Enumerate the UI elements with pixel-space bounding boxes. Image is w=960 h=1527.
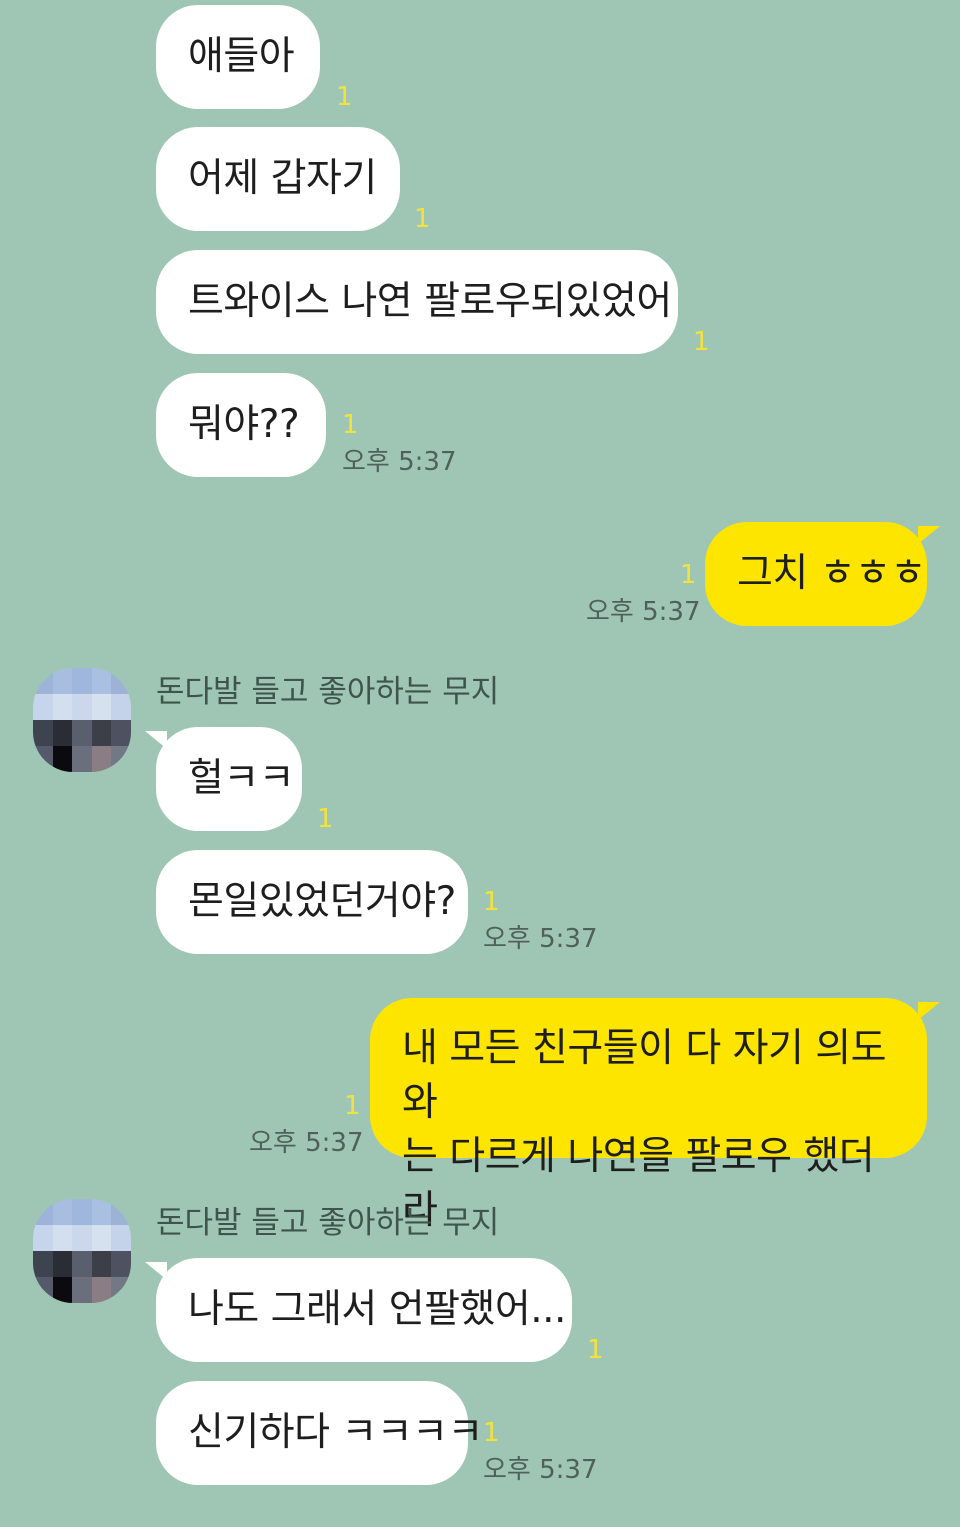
unread-count: 1 [317,804,334,834]
message-timestamp: 오후 5:37 [249,1128,364,1158]
unread-count: 1 [680,560,697,590]
avatar[interactable] [33,1199,131,1303]
bubble-tail [918,526,940,544]
avatar[interactable] [33,668,131,772]
message-bubble[interactable]: 나도 그래서 언팔했어... [156,1258,572,1362]
message-line: 내 모든 친구들이 다 자기 의도와 [402,1026,887,1125]
message-bubble[interactable]: 뭐야?? [156,373,326,477]
unread-count: 1 [483,887,500,917]
message-timestamp: 오후 5:37 [483,1455,598,1485]
unread-count: 1 [693,327,710,357]
message-bubble[interactable]: 몬일있었던거야? [156,850,468,954]
message-bubble[interactable]: 내 모든 친구들이 다 자기 의도와 는 다르게 나연을 팔로우 했더라 [370,998,927,1233]
unread-count: 1 [414,204,431,234]
unread-count: 1 [342,410,359,440]
message-bubble[interactable]: 그치 ㅎㅎㅎ [705,522,927,626]
message-bubble[interactable]: 애들아 [156,5,320,109]
sender-name: 돈다발 들고 좋아하는 무지 [156,1205,500,1241]
message-timestamp: 오후 5:37 [483,924,598,954]
message-timestamp: 오후 5:37 [586,597,701,627]
message-timestamp: 오후 5:37 [342,447,457,477]
message-bubble[interactable]: 헐ㅋㅋ [156,727,302,831]
message-bubble[interactable]: 어제 갑자기 [156,127,400,231]
sender-name: 돈다발 들고 좋아하는 무지 [156,674,500,710]
message-bubble[interactable]: 신기하다 ㅋㅋㅋㅋ [156,1381,483,1485]
unread-count: 1 [587,1335,604,1365]
unread-count: 1 [344,1091,361,1121]
bubble-tail [918,1002,940,1020]
message-bubble[interactable]: 트와이스 나연 팔로우되있었어 [156,250,678,354]
unread-count: 1 [336,82,353,112]
unread-count: 1 [483,1418,500,1448]
